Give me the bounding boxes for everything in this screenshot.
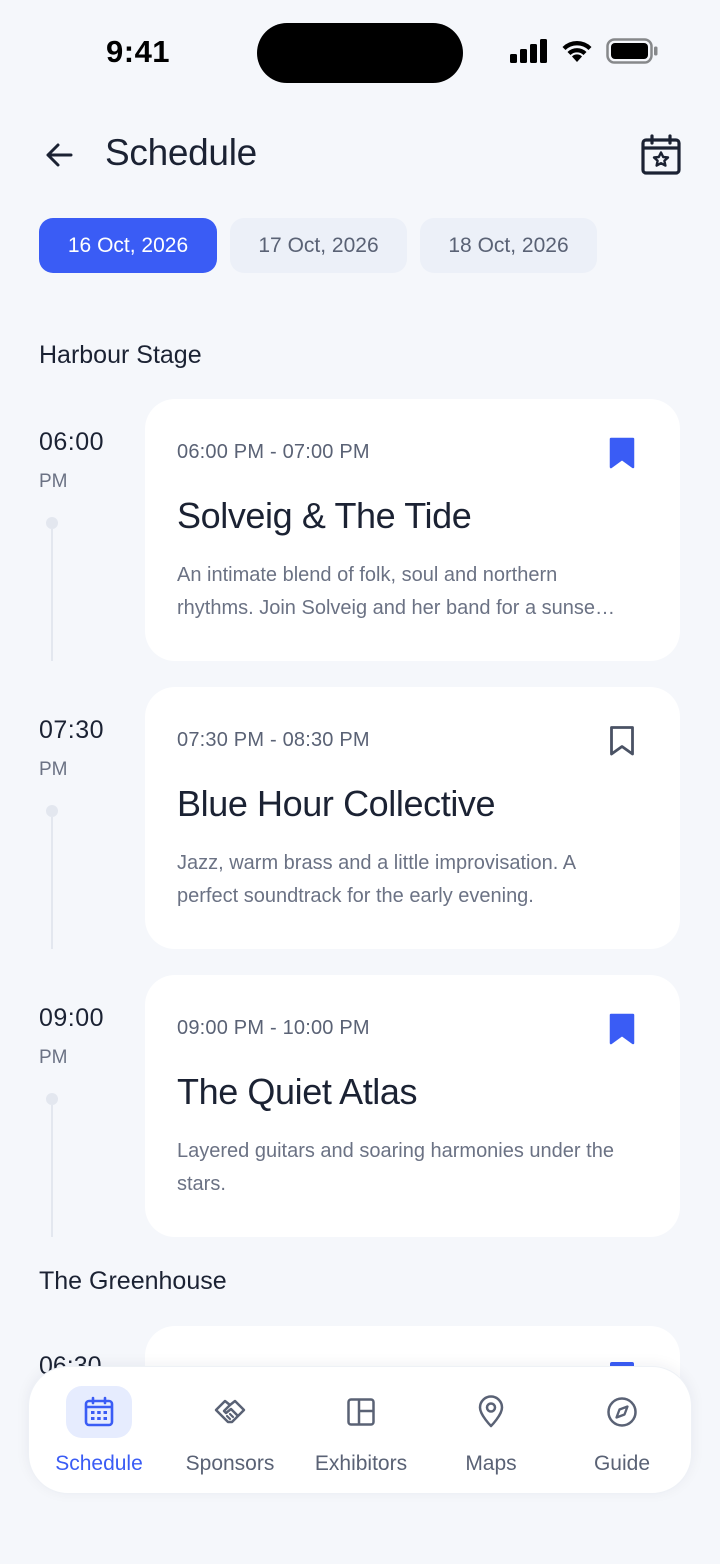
event-description: Layered guitars and soaring harmonies un… <box>177 1140 614 1195</box>
date-tab-17-oct[interactable]: 17 Oct, 2026 <box>230 218 407 273</box>
nav-label: Exhibitors <box>314 1452 408 1475</box>
status-bar: 9:41 <box>0 0 720 100</box>
bookmark-button[interactable] <box>605 721 639 761</box>
status-time: 9:41 <box>106 34 171 69</box>
status-icons <box>510 38 658 64</box>
bookmark-filled-icon <box>609 1013 635 1045</box>
event-time-range: 07:30 PM - 08:30 PM <box>177 729 370 751</box>
wifi-icon <box>562 40 592 62</box>
nav-icon-wrap <box>458 1386 524 1438</box>
nav-icon-wrap <box>328 1386 394 1438</box>
timeline-line <box>51 817 53 949</box>
event-time-value: 09:00 <box>39 1004 105 1032</box>
nav-label: Guide <box>593 1452 651 1475</box>
section-title-the-greenhouse: The Greenhouse <box>39 1267 227 1295</box>
event-time-period: PM <box>39 471 68 492</box>
cellular-signal-icon <box>510 39 547 63</box>
handshake-icon <box>214 1399 246 1424</box>
bookmark-filled-icon <box>609 437 635 469</box>
timeline-dot <box>46 1093 58 1105</box>
bookmark-outline-icon <box>610 726 634 756</box>
event-title: Blue Hour Collective <box>177 783 496 824</box>
bottom-nav: Schedule Sponsors Exhibitors Maps Guide <box>28 1366 692 1494</box>
event-title: Solveig & The Tide <box>177 495 472 536</box>
event-time-period: PM <box>39 1047 68 1068</box>
battery-icon <box>606 38 658 64</box>
nav-item-guide[interactable]: Guide <box>557 1367 687 1495</box>
page-title: Schedule <box>105 132 257 173</box>
nav-item-schedule[interactable]: Schedule <box>34 1367 164 1495</box>
timeline-dot <box>46 805 58 817</box>
event-description: An intimate blend of folk, soul and nort… <box>177 564 616 619</box>
timeline-dot <box>46 517 58 529</box>
nav-item-exhibitors[interactable]: Exhibitors <box>296 1367 426 1495</box>
date-tab-16-oct[interactable]: 16 Oct, 2026 <box>39 218 217 273</box>
date-tab-18-oct[interactable]: 18 Oct, 2026 <box>420 218 597 273</box>
event-time-range: 09:00 PM - 10:00 PM <box>177 1017 370 1039</box>
event-card[interactable]: 09:00 PM - 10:00 PM The Quiet Atlas Laye… <box>145 975 680 1237</box>
event-title: The Quiet Atlas <box>177 1071 418 1112</box>
dynamic-island <box>257 23 463 83</box>
event-time-period: PM <box>39 759 68 780</box>
nav-label: Schedule <box>55 1452 143 1475</box>
event-time-range: 06:00 PM - 07:00 PM <box>177 441 370 463</box>
back-button[interactable] <box>40 136 78 174</box>
nav-label: Maps <box>465 1452 517 1475</box>
bookmark-button[interactable] <box>605 433 639 473</box>
nav-item-maps[interactable]: Maps <box>426 1367 556 1495</box>
event-time: 09:00 PM <box>39 1004 129 1069</box>
section-title-harbour-stage: Harbour Stage <box>39 341 202 369</box>
event-time: 06:00 PM <box>39 428 129 493</box>
nav-label: Sponsors <box>185 1452 275 1475</box>
nav-icon-highlight <box>66 1386 132 1438</box>
date-tabs: 16 Oct, 2026 17 Oct, 2026 18 Oct, 2026 <box>39 218 597 273</box>
map-pin-icon <box>478 1395 504 1428</box>
layout-icon <box>347 1398 375 1426</box>
nav-icon-wrap <box>589 1386 655 1438</box>
event-time-value: 06:00 <box>39 428 105 456</box>
event-time: 07:30 PM <box>39 716 129 781</box>
event-description: Jazz, warm brass and a little improvisat… <box>177 852 575 907</box>
arrow-left-icon <box>46 143 73 167</box>
calendar-star-icon <box>641 134 681 175</box>
calendar-icon <box>84 1396 114 1427</box>
timeline-line <box>51 1105 53 1237</box>
compass-icon <box>607 1397 637 1427</box>
nav-item-sponsors[interactable]: Sponsors <box>165 1367 295 1495</box>
event-time-value: 07:30 <box>39 716 105 744</box>
event-card[interactable]: 06:00 PM - 07:00 PM Solveig & The Tide A… <box>145 399 680 661</box>
timeline-line <box>51 529 53 661</box>
bookmark-button[interactable] <box>605 1009 639 1049</box>
favorites-calendar-button[interactable] <box>638 133 684 177</box>
nav-icon-wrap <box>197 1386 263 1438</box>
event-card[interactable]: 07:30 PM - 08:30 PM Blue Hour Collective… <box>145 687 680 949</box>
